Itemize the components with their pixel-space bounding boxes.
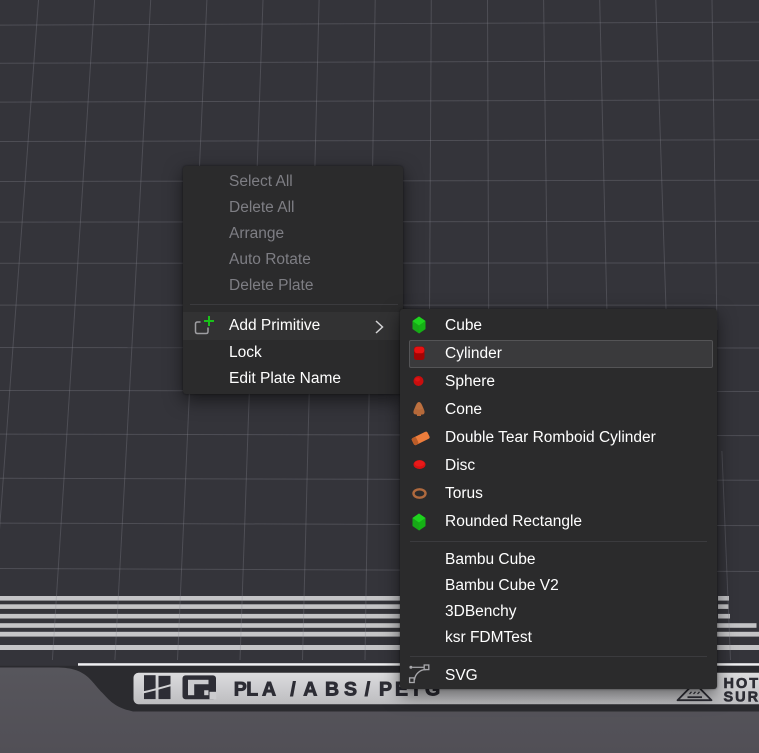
svg-text:SURFACE: SURFACE <box>724 690 759 706</box>
